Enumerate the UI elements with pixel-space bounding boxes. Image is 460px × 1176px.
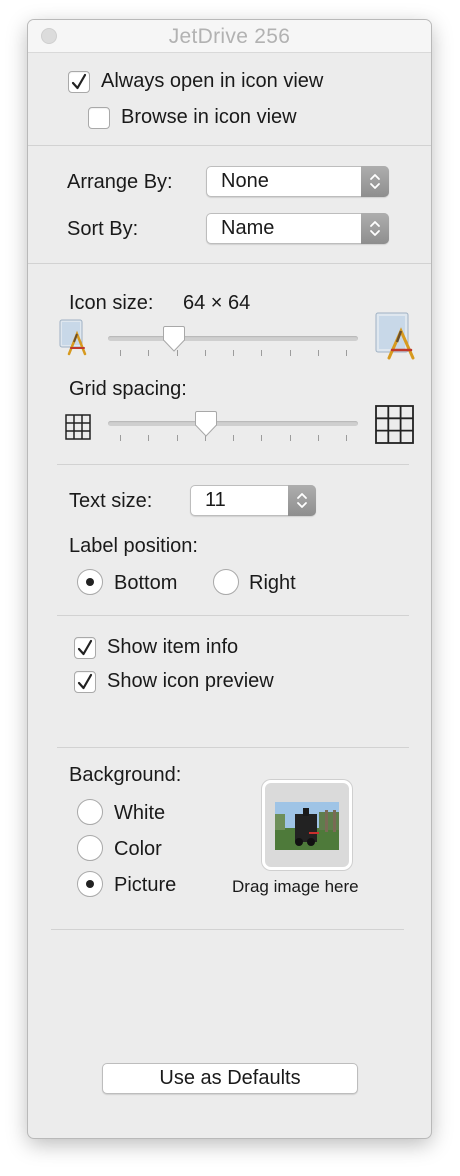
slider-tick (290, 435, 291, 441)
grid-small-icon (65, 414, 91, 440)
slider-tick (233, 435, 234, 441)
show-item-info-label: Show item info (107, 636, 239, 658)
app-icon-small (59, 319, 87, 356)
divider (28, 145, 431, 146)
slider-tick (148, 435, 149, 441)
sort-by-value: Name (221, 217, 275, 239)
divider (28, 263, 431, 264)
slider-tick (318, 350, 319, 356)
sort-by-label: Sort By: (67, 218, 139, 240)
show-icon-preview-checkbox[interactable] (74, 671, 96, 693)
browse-icon-view-label: Browse in icon view (121, 106, 297, 128)
background-white-label: White (114, 802, 166, 824)
text-size-popup[interactable]: 11 (190, 485, 316, 516)
arrange-by-popup[interactable]: None (206, 166, 389, 197)
background-label: Background: (69, 764, 182, 786)
slider-tick (233, 350, 234, 356)
slider-tick (120, 435, 121, 441)
slider-tick (205, 350, 206, 356)
divider (57, 747, 409, 748)
app-icon-large (375, 312, 415, 360)
sort-by-popup[interactable]: Name (206, 213, 389, 244)
arrange-by-value: None (221, 170, 269, 192)
arrange-by-label: Arrange By: (67, 171, 173, 193)
icon-size-slider-knob[interactable] (162, 325, 186, 353)
icon-size-value: 64 × 64 (183, 292, 251, 314)
background-color-radio[interactable] (77, 835, 103, 861)
label-position-bottom-label: Bottom (114, 572, 178, 594)
slider-tick (290, 350, 291, 356)
divider (51, 929, 404, 930)
background-color-label: Color (114, 838, 162, 860)
slider-tick (177, 435, 178, 441)
slider-tick (120, 350, 121, 356)
slider-tick (346, 435, 347, 441)
label-position-right-radio[interactable] (213, 569, 239, 595)
always-open-label: Always open in icon view (101, 70, 324, 92)
title-bar[interactable]: JetDrive 256 (28, 20, 431, 53)
grid-spacing-slider-track[interactable] (108, 421, 358, 426)
view-options-window: JetDrive 256 Always open in icon view Br… (28, 20, 431, 1138)
use-as-defaults-button[interactable]: Use as Defaults (102, 1063, 358, 1094)
image-drop-well[interactable] (262, 780, 352, 870)
show-item-info-checkbox[interactable] (74, 637, 96, 659)
always-open-checkbox[interactable] (68, 71, 90, 93)
browse-icon-view-checkbox[interactable] (88, 107, 110, 129)
icon-size-label: Icon size: (69, 292, 154, 314)
chevron-updown-icon (288, 485, 316, 516)
slider-tick (148, 350, 149, 356)
icon-size-slider-track[interactable] (108, 336, 358, 341)
background-white-radio[interactable] (77, 799, 103, 825)
drag-image-hint: Drag image here (232, 877, 359, 896)
slider-tick (261, 435, 262, 441)
label-position-label: Label position: (69, 535, 198, 557)
checkmark-icon (71, 73, 87, 90)
text-size-value: 11 (205, 489, 226, 511)
grid-large-icon (375, 405, 414, 444)
slider-tick (261, 350, 262, 356)
window-title: JetDrive 256 (168, 25, 291, 48)
slider-tick (318, 435, 319, 441)
background-picture-radio[interactable] (77, 871, 103, 897)
chevron-updown-icon (361, 166, 389, 197)
chevron-updown-icon (361, 213, 389, 244)
divider (57, 464, 409, 465)
picture-thumbnail (275, 802, 339, 850)
text-size-label: Text size: (69, 490, 153, 512)
grid-spacing-slider-knob[interactable] (194, 410, 218, 438)
show-icon-preview-label: Show icon preview (107, 670, 274, 692)
divider (57, 615, 409, 616)
label-position-bottom-radio[interactable] (77, 569, 103, 595)
checkmark-icon (77, 639, 93, 656)
grid-spacing-label: Grid spacing: (69, 378, 187, 400)
label-position-right-label: Right (249, 572, 296, 594)
slider-tick (346, 350, 347, 356)
checkmark-icon (77, 673, 93, 690)
background-picture-label: Picture (114, 874, 177, 896)
